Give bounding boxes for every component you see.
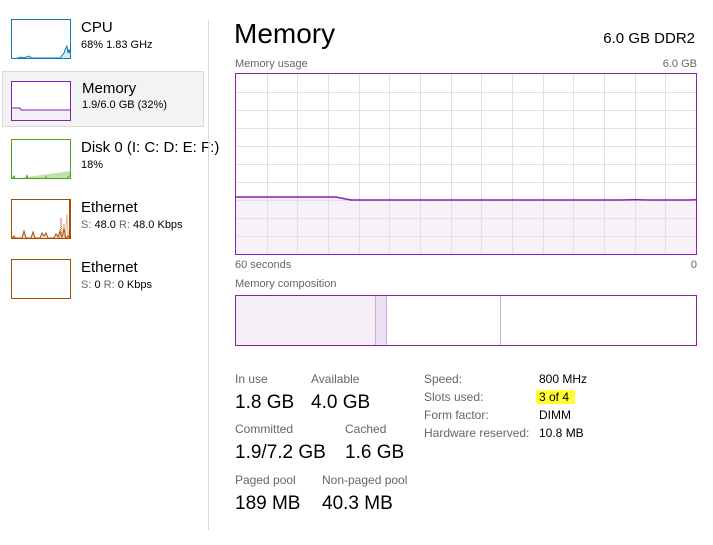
x-axis-left-label: 60 seconds (235, 259, 292, 271)
send-label: S: (81, 279, 92, 291)
paged-pool-value: 189 MB (235, 493, 301, 514)
sidebar-item-title: CPU (81, 19, 113, 36)
form-factor-value: DIMM (539, 408, 571, 422)
memory-usage-chart (236, 74, 697, 254)
paged-pool-label: Paged pool (235, 473, 296, 487)
cached-label: Cached (345, 422, 387, 436)
composition-segment-free[interactable] (500, 296, 696, 345)
send-value: 48.0 (94, 219, 116, 231)
sidebar-item-subtitle: 1.9/6.0 GB (32%) (82, 99, 167, 111)
ethernet-sparkline (12, 200, 70, 238)
sidebar-item-memory[interactable]: Memory 1.9/6.0 GB (32%) (2, 71, 204, 127)
sidebar-item-subtitle: S: 0 R: 0 Kbps (81, 279, 152, 291)
cached-value: 1.6 GB (345, 442, 405, 463)
memory-capacity: 6.0 GB DDR2 (603, 30, 695, 47)
non-paged-pool-value: 40.3 MB (322, 493, 393, 514)
ethernet-thumbnail-graph (11, 259, 71, 299)
sidebar-item-title: Ethernet (81, 199, 138, 216)
cpu-sparkline (14, 44, 70, 58)
usage-graph-max-label: 6.0 GB (662, 58, 697, 70)
memory-thumbnail-graph (11, 81, 71, 121)
disk-sparkline (12, 171, 70, 178)
page-title: Memory (234, 18, 336, 49)
hardware-reserved-value: 10.8 MB (539, 426, 584, 440)
receive-value: 48.0 Kbps (133, 219, 183, 231)
sidebar-item-ethernet-1[interactable]: Ethernet S: 48.0 R: 48.0 Kbps (2, 193, 204, 249)
usage-graph-label: Memory usage (235, 58, 308, 70)
sidebar-item-subtitle: S: 48.0 R: 48.0 Kbps (81, 219, 183, 231)
sidebar-item-disk[interactable]: Disk 0 (I: C: D: E: F:) 18% (2, 133, 219, 189)
sidebar-item-subtitle: 68% 1.83 GHz (81, 39, 153, 51)
receive-label: R: (103, 279, 115, 291)
receive-label: R: (118, 219, 130, 231)
ethernet-thumbnail-graph (11, 199, 71, 239)
available-value: 4.0 GB (311, 392, 371, 413)
form-factor-label: Form factor: (424, 408, 489, 422)
slots-used-label: Slots used: (424, 390, 484, 404)
receive-value: 0 Kbps (117, 279, 152, 291)
cpu-thumbnail-graph (11, 19, 71, 59)
sidebar-item-cpu[interactable]: CPU 68% 1.83 GHz (2, 13, 204, 69)
sidebar-item-subtitle: 18% (81, 159, 104, 171)
sidebar: CPU 68% 1.83 GHz Memory 1.9/6.0 GB (32%)… (0, 0, 219, 545)
slots-used-value: 3 of 4 (536, 390, 576, 404)
in-use-label: In use (235, 372, 268, 386)
sidebar-item-title: Disk 0 (I: C: D: E: F:) (81, 139, 220, 156)
memory-sparkline (12, 107, 70, 120)
sidebar-item-ethernet-2[interactable]: Ethernet S: 0 R: 0 Kbps (2, 253, 204, 309)
send-value: 0 (94, 279, 101, 291)
disk-thumbnail-graph (11, 139, 71, 179)
composition-segment-modified[interactable] (376, 296, 388, 345)
memory-composition-bar (235, 295, 697, 346)
available-label: Available (311, 372, 360, 386)
composition-segment-standby[interactable] (387, 296, 501, 345)
speed-value: 800 MHz (539, 372, 588, 386)
send-label: S: (81, 219, 92, 231)
composition-label: Memory composition (235, 278, 337, 290)
slots-highlight: 3 of 4 (536, 390, 576, 404)
in-use-value: 1.8 GB (235, 392, 295, 413)
usage-area (236, 197, 696, 254)
committed-value: 1.9/7.2 GB (235, 442, 326, 463)
sidebar-item-title: Memory (82, 80, 137, 97)
non-paged-pool-label: Non-paged pool (322, 473, 408, 487)
hardware-reserved-label: Hardware reserved: (424, 426, 530, 440)
speed-label: Speed: (424, 372, 463, 386)
pane-divider[interactable] (208, 20, 209, 530)
committed-label: Committed (235, 422, 294, 436)
memory-usage-graph (235, 73, 697, 255)
x-axis-right-label: 0 (690, 259, 697, 271)
composition-segment-in-use[interactable] (236, 296, 377, 345)
sidebar-item-title: Ethernet (81, 259, 138, 276)
